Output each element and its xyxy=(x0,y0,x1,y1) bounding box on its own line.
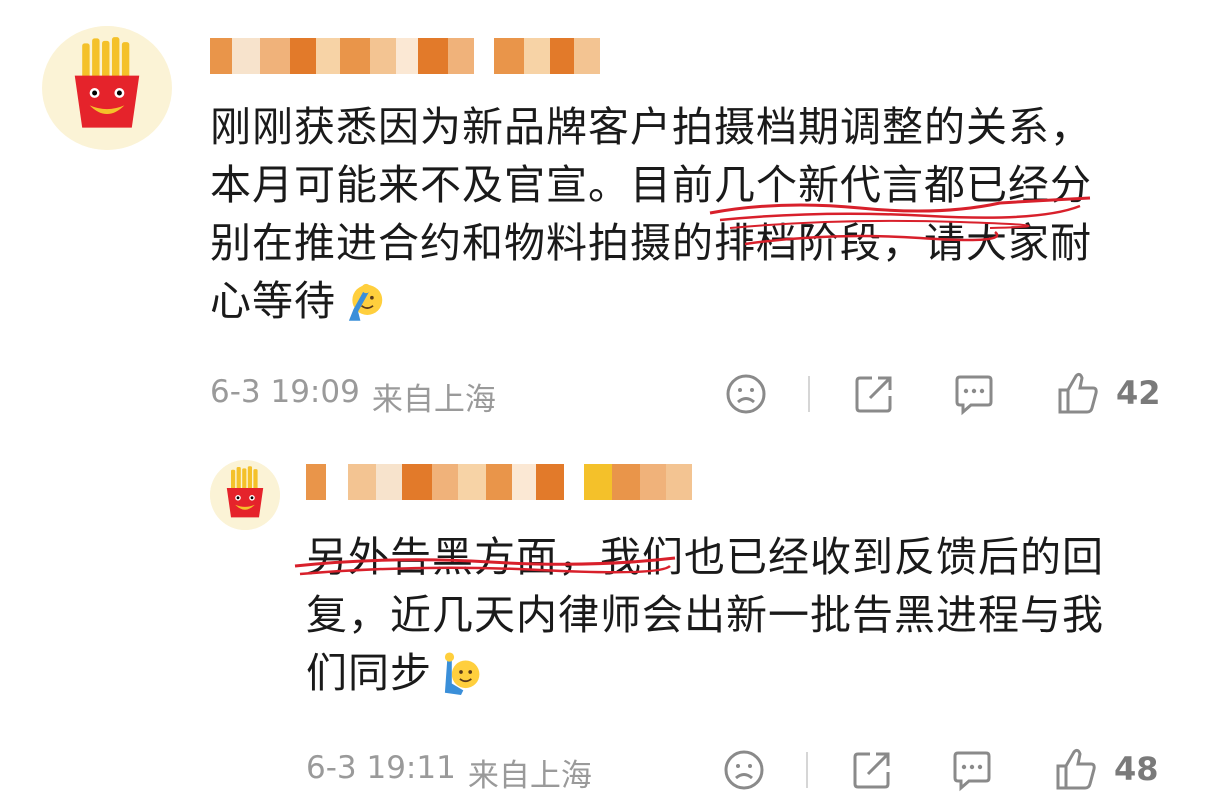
location: 来自上海 xyxy=(371,382,496,418)
salute-emoji xyxy=(348,283,383,321)
avatar[interactable] xyxy=(42,26,172,150)
thumbs-up-icon xyxy=(1058,372,1098,414)
comment-meta: 6-3 19:09 来自上海 xyxy=(210,374,496,419)
reply-button[interactable] xyxy=(948,746,996,794)
dislike-button[interactable] xyxy=(720,746,768,794)
comment-line: 别在推进合约和物料拍摄的排档阶段，请大家耐 xyxy=(210,219,1092,267)
comment-text: 另外告黑方面，我们也已经收到反馈后的回 复，近几天内律师会出新一批告黑进程与我 … xyxy=(306,528,1166,702)
comment-line: 心等待 xyxy=(210,277,336,325)
comment-line: 复，近几天内律师会出新一批告黑进程与我 xyxy=(306,591,1104,639)
share-icon xyxy=(853,752,890,789)
comment-line-last: 心等待 xyxy=(210,272,1170,330)
pixelated-username[interactable] xyxy=(210,38,600,74)
sad-face-icon xyxy=(724,750,764,790)
share-button[interactable] xyxy=(850,370,898,418)
comment-icon xyxy=(955,375,993,416)
thumbs-up-icon xyxy=(1056,748,1096,790)
avatar[interactable] xyxy=(210,460,280,530)
like-count: 48 xyxy=(1114,750,1159,788)
divider xyxy=(806,752,808,788)
share-icon xyxy=(855,376,892,413)
pixelated-username[interactable] xyxy=(306,464,698,500)
like-count: 42 xyxy=(1116,374,1161,412)
dislike-button[interactable] xyxy=(722,370,770,418)
like-button[interactable] xyxy=(1052,744,1100,794)
comment-line: 另外告黑方面，我们也已经收到反馈后的回 xyxy=(306,533,1104,581)
comment-meta: 6-3 19:11 来自上海 xyxy=(306,750,592,795)
comment-line: 们同步 xyxy=(306,649,432,697)
location: 来自上海 xyxy=(467,758,592,794)
comment-text: 刚刚获悉因为新品牌客户拍摄档期调整的关系， 本月可能来不及官宣。目前几个新代言都… xyxy=(210,98,1170,330)
sad-face-icon xyxy=(726,374,766,414)
reply-button[interactable] xyxy=(950,370,998,418)
timestamp: 6-3 19:09 xyxy=(210,374,360,410)
like-button[interactable] xyxy=(1054,368,1102,418)
comment-line: 刚刚获悉因为新品牌客户拍摄档期调整的关系， xyxy=(210,103,1092,151)
divider xyxy=(808,376,810,412)
share-button[interactable] xyxy=(848,746,896,794)
raising-hand-emoji xyxy=(444,652,480,695)
timestamp: 6-3 19:11 xyxy=(306,750,456,786)
comment-line-last: 们同步 xyxy=(306,644,1166,702)
comment-line: 本月可能来不及官宣。目前几个新代言都已经分 xyxy=(210,161,1092,209)
comment-icon xyxy=(953,751,991,792)
